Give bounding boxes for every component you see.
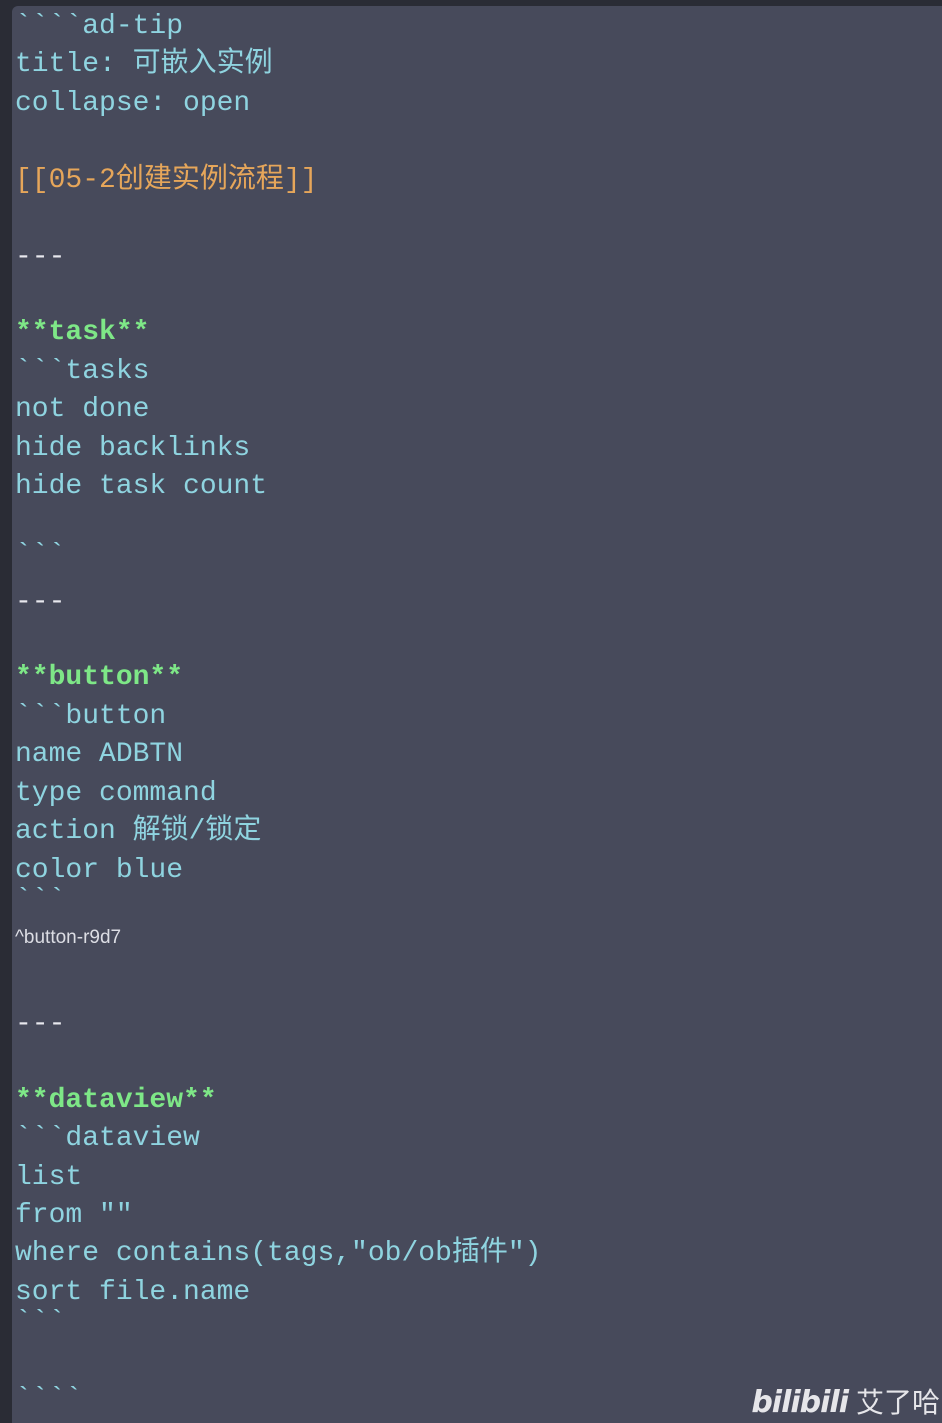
horizontal-rule: --- — [15, 1009, 66, 1040]
horizontal-rule: --- — [15, 587, 66, 618]
collapse-line: collapse: open — [15, 88, 251, 119]
code-line: where contains(tags,"ob/ob插件") — [15, 1238, 542, 1269]
code-fence-close: ``` — [15, 885, 66, 916]
button-fence: ```button — [15, 701, 167, 732]
code-fence-close: ``` — [15, 540, 66, 571]
dataview-heading: **dataview** — [15, 1085, 217, 1116]
internal-link[interactable]: [[05-2创建实例流程]] — [15, 162, 317, 200]
title-line: title: 可嵌入实例 — [15, 49, 273, 80]
code-line: action 解锁/锁定 — [15, 816, 262, 847]
tasks-fence: ```tasks — [15, 356, 150, 387]
button-heading: **button** — [15, 662, 184, 693]
editor-panel[interactable]: ````ad-tip title: 可嵌入实例 collapse: open [… — [12, 6, 942, 1423]
watermark: bilibili 艾了哈 — [751, 1381, 940, 1421]
horizontal-rule: --- — [15, 242, 66, 273]
code-line: not done — [15, 394, 150, 425]
outer-fence-close: ```` — [15, 1384, 83, 1415]
task-heading: **task** — [15, 317, 150, 348]
code-line: list — [15, 1162, 83, 1193]
bilibili-logo: bilibili — [751, 1385, 849, 1420]
code-fence-open: ````ad-tip — [15, 11, 184, 42]
code-line: hide backlinks — [15, 433, 251, 464]
dataview-fence: ```dataview — [15, 1123, 200, 1154]
code-line: hide task count — [15, 471, 268, 502]
block-id: ^button-r9d7 — [15, 927, 122, 948]
code-line: type command — [15, 778, 217, 809]
code-fence-close: ``` — [15, 1307, 66, 1338]
watermark-author: 艾了哈 — [855, 1386, 940, 1419]
code-line: from "" — [15, 1200, 133, 1231]
code-line: name ADBTN — [15, 739, 184, 770]
